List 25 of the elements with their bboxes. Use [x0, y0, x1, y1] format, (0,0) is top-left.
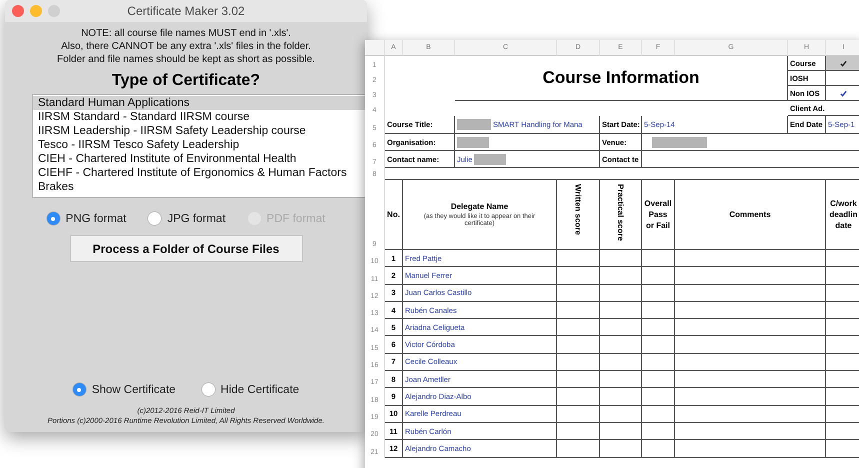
column-heading: C/work deadlin date — [826, 180, 859, 250]
note-text: Also, there CANNOT be any extra '.xls' files in the folder. — [61, 41, 311, 52]
window-title: Certificate Maker 3.02 — [127, 4, 245, 18]
list-item[interactable]: Brakes — [33, 180, 366, 194]
column-heading: Practical score — [600, 180, 642, 250]
note-text: Folder and file names should be kept as short as possible. — [57, 54, 315, 65]
note-text: NOTE: all course file names MUST end in '.xls'. — [81, 28, 291, 39]
process-button[interactable]: Process a Folder of Course Files — [70, 235, 302, 262]
column-heading: Comments — [675, 180, 826, 250]
display-radio[interactable]: Show Certificate — [72, 383, 176, 396]
list-item[interactable]: CIEHF - Chartered Institute of Ergonomics & Human Factors — [33, 166, 366, 180]
list-item[interactable]: Standard Human Applications — [33, 96, 366, 110]
list-item[interactable]: IIRSM Standard - Standard IIRSM course — [33, 110, 366, 124]
list-item[interactable]: Tesco - IIRSM Tesco Safety Leadership — [33, 138, 366, 152]
sheet-title: Course Information — [455, 56, 788, 101]
column-heading: No. — [385, 180, 403, 250]
column-heading: Written score — [557, 180, 600, 250]
column-heading: Delegate Name — [450, 202, 508, 211]
format-radio[interactable]: PNG format — [46, 212, 126, 225]
column-heading: Overall Pass or Fail — [642, 180, 675, 250]
list-item[interactable]: IIRSM Leadership - IIRSM Safety Leadership course — [33, 124, 366, 138]
heading: Type of Certificate? — [112, 72, 260, 90]
display-radio[interactable]: Hide Certificate — [202, 383, 300, 396]
list-item[interactable]: CIEH - Chartered Institute of Environmental Health — [33, 152, 366, 166]
format-radio[interactable]: JPG format — [148, 212, 226, 225]
